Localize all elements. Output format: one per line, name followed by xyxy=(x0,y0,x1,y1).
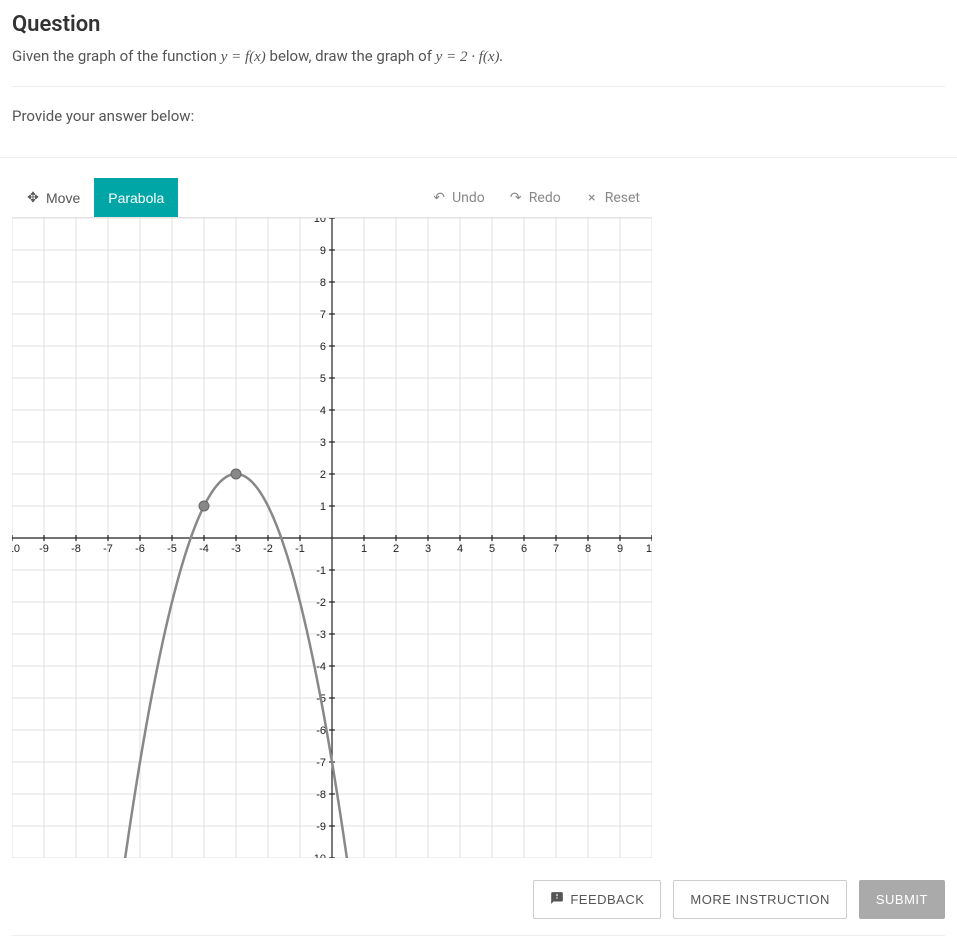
provide-answer-label: Provide your answer below: xyxy=(12,107,945,137)
svg-text:7: 7 xyxy=(553,543,559,555)
svg-text:-6: -6 xyxy=(135,543,145,555)
svg-text:-7: -7 xyxy=(103,543,113,555)
svg-text:-3: -3 xyxy=(316,629,326,641)
redo-icon: ↷ xyxy=(509,190,523,206)
svg-text:1: 1 xyxy=(361,543,367,555)
question-prompt: Given the graph of the function y = f(x)… xyxy=(12,47,945,87)
action-bar: FEEDBACK MORE INSTRUCTION SUBMIT xyxy=(12,868,945,936)
svg-text:3: 3 xyxy=(425,543,431,555)
submit-label: SUBMIT xyxy=(876,892,928,907)
svg-text:-1: -1 xyxy=(295,543,305,555)
close-icon: × xyxy=(585,190,599,206)
page-title: Question xyxy=(12,12,945,37)
svg-text:8: 8 xyxy=(320,277,326,289)
svg-text:-7: -7 xyxy=(316,757,326,769)
svg-text:2: 2 xyxy=(393,543,399,555)
move-label: Move xyxy=(46,190,80,206)
svg-text:-8: -8 xyxy=(71,543,81,555)
svg-text:-1: -1 xyxy=(316,565,326,577)
svg-text:9: 9 xyxy=(320,245,326,257)
svg-text:-6: -6 xyxy=(316,725,326,737)
submit-button[interactable]: SUBMIT xyxy=(859,880,945,919)
svg-text:6: 6 xyxy=(320,341,326,353)
svg-text:-9: -9 xyxy=(316,821,326,833)
redo-button[interactable]: ↷ Redo xyxy=(497,178,573,217)
feedback-button[interactable]: FEEDBACK xyxy=(533,880,661,919)
prompt-equation-2: y = 2 · f(x). xyxy=(436,49,504,65)
svg-text:6: 6 xyxy=(521,543,527,555)
graph-canvas[interactable]: -10 -9 -8 -7 -6 -5 -4 -3 -2 -1 1 2 3 4 5 6 7 8 9 10 -10 -9 -8 -… xyxy=(12,218,652,858)
move-tool-button[interactable]: ✥ Move xyxy=(12,178,94,217)
svg-text:-2: -2 xyxy=(263,543,273,555)
svg-text:-2: -2 xyxy=(316,597,326,609)
move-icon: ✥ xyxy=(26,189,40,206)
graph-toolbar: ✥ Move Parabola ↶ Undo ↷ Redo × Reset xyxy=(12,178,652,218)
reset-label: Reset xyxy=(605,190,640,206)
svg-text:1: 1 xyxy=(320,501,326,513)
more-instruction-button[interactable]: MORE INSTRUCTION xyxy=(673,880,846,919)
svg-text:10: 10 xyxy=(646,543,652,555)
feedback-icon xyxy=(550,891,564,908)
svg-text:-10: -10 xyxy=(12,543,20,555)
svg-text:-9: -9 xyxy=(39,543,49,555)
svg-text:5: 5 xyxy=(320,373,326,385)
more-instruction-label: MORE INSTRUCTION xyxy=(690,892,829,907)
svg-text:7: 7 xyxy=(320,309,326,321)
reset-button[interactable]: × Reset xyxy=(573,178,652,217)
svg-text:-8: -8 xyxy=(316,789,326,801)
prompt-text-1: Given the graph of the function xyxy=(12,47,221,65)
svg-text:9: 9 xyxy=(617,543,623,555)
divider xyxy=(0,157,957,158)
svg-text:10: 10 xyxy=(314,218,326,225)
undo-button[interactable]: ↶ Undo xyxy=(420,178,497,217)
svg-text:-3: -3 xyxy=(231,543,241,555)
svg-text:-5: -5 xyxy=(167,543,177,555)
undo-icon: ↶ xyxy=(432,190,446,206)
graph-widget: ✥ Move Parabola ↶ Undo ↷ Redo × Reset -1… xyxy=(12,178,945,868)
svg-text:8: 8 xyxy=(585,543,591,555)
redo-label: Redo xyxy=(529,190,561,206)
svg-text:-10: -10 xyxy=(310,853,326,858)
prompt-equation-1: y = f(x) xyxy=(221,49,266,65)
svg-text:2: 2 xyxy=(320,469,326,481)
feedback-label: FEEDBACK xyxy=(570,892,644,907)
parabola-tool-button[interactable]: Parabola xyxy=(94,178,178,217)
undo-label: Undo xyxy=(452,190,485,206)
svg-text:4: 4 xyxy=(320,405,326,417)
svg-text:3: 3 xyxy=(320,437,326,449)
svg-text:-4: -4 xyxy=(316,661,326,673)
svg-text:5: 5 xyxy=(489,543,495,555)
prompt-text-2: below, draw the graph of xyxy=(270,47,436,65)
parabola-label: Parabola xyxy=(108,190,164,206)
svg-text:4: 4 xyxy=(457,543,463,555)
svg-text:-4: -4 xyxy=(199,543,209,555)
